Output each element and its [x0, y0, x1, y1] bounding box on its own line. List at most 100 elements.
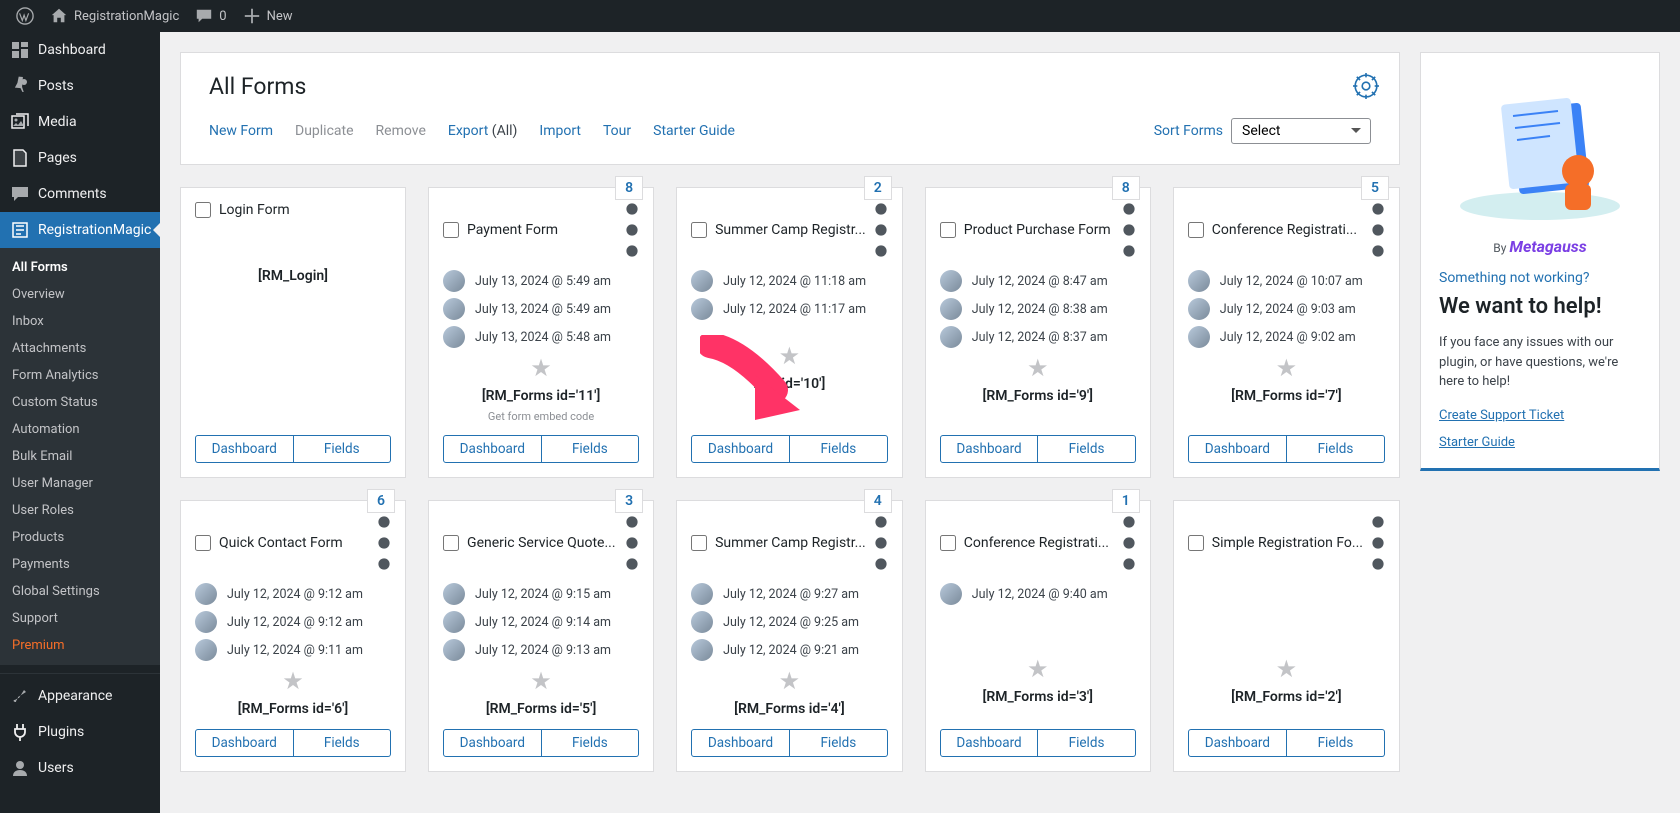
kebab-menu-icon[interactable]	[1371, 202, 1385, 258]
sidebar-item-media[interactable]: Media	[0, 104, 160, 140]
submission-count-badge[interactable]: 4	[864, 489, 892, 513]
submission-count-badge[interactable]: 2	[864, 176, 892, 200]
sidebar-sub-automation[interactable]: Automation	[0, 416, 160, 443]
sidebar-item-registrationmagic[interactable]: RegistrationMagic	[0, 212, 160, 248]
sidebar-sub-all-forms[interactable]: All Forms	[0, 254, 160, 281]
export-link[interactable]: Export	[448, 123, 488, 139]
sidebar-sub-overview[interactable]: Overview	[0, 281, 160, 308]
tour-link[interactable]: Tour	[603, 123, 631, 139]
sidebar-sub-global-settings[interactable]: Global Settings	[0, 578, 160, 605]
gear-icon[interactable]	[1353, 73, 1379, 99]
select-form-checkbox[interactable]	[691, 222, 707, 238]
fields-button[interactable]: Fields	[1038, 435, 1136, 463]
sidebar-item-posts[interactable]: Posts	[0, 68, 160, 104]
entry-row[interactable]: July 12, 2024 @ 9:40 am	[940, 583, 1136, 605]
sidebar-item-appearance[interactable]: Appearance	[0, 678, 160, 714]
fields-button[interactable]: Fields	[294, 435, 392, 463]
dashboard-button[interactable]: Dashboard	[940, 729, 1039, 757]
import-link[interactable]: Import	[539, 123, 581, 139]
select-form-checkbox[interactable]	[195, 202, 211, 218]
entry-row[interactable]: July 12, 2024 @ 11:17 am	[691, 298, 888, 320]
wp-logo[interactable]	[8, 0, 42, 32]
dashboard-button[interactable]: Dashboard	[443, 435, 542, 463]
fields-button[interactable]: Fields	[790, 729, 888, 757]
sidebar-sub-form-analytics[interactable]: Form Analytics	[0, 362, 160, 389]
sidebar-sub-attachments[interactable]: Attachments	[0, 335, 160, 362]
select-form-checkbox[interactable]	[940, 222, 956, 238]
site-link[interactable]: RegistrationMagic	[42, 0, 187, 32]
fields-button[interactable]: Fields	[790, 435, 888, 463]
entry-row[interactable]: July 12, 2024 @ 9:11 am	[195, 639, 391, 661]
sidebar-sub-products[interactable]: Products	[0, 524, 160, 551]
entry-row[interactable]: July 12, 2024 @ 11:18 am	[691, 270, 888, 292]
star-icon[interactable]: ★	[691, 667, 888, 695]
comments-link[interactable]: 0	[187, 0, 234, 32]
sidebar-item-dashboard[interactable]: Dashboard	[0, 32, 160, 68]
entry-row[interactable]: July 12, 2024 @ 9:13 am	[443, 639, 639, 661]
entry-row[interactable]: July 12, 2024 @ 9:03 am	[1188, 298, 1385, 320]
entry-row[interactable]: July 12, 2024 @ 9:12 am	[195, 611, 391, 633]
sort-select[interactable]: Select	[1231, 118, 1371, 144]
kebab-menu-icon[interactable]	[874, 202, 888, 258]
sidebar-sub-user-roles[interactable]: User Roles	[0, 497, 160, 524]
select-form-checkbox[interactable]	[195, 535, 211, 551]
entry-row[interactable]: July 12, 2024 @ 9:27 am	[691, 583, 888, 605]
select-form-checkbox[interactable]	[1188, 535, 1204, 551]
kebab-menu-icon[interactable]	[874, 515, 888, 571]
star-icon[interactable]: ★	[940, 354, 1136, 382]
submission-count-badge[interactable]: 5	[1361, 176, 1389, 200]
fields-button[interactable]: Fields	[1038, 729, 1136, 757]
entry-row[interactable]: July 12, 2024 @ 9:12 am	[195, 583, 391, 605]
entry-row[interactable]: July 13, 2024 @ 5:48 am	[443, 326, 639, 348]
select-form-checkbox[interactable]	[940, 535, 956, 551]
kebab-menu-icon[interactable]	[1122, 202, 1136, 258]
starter-link[interactable]: Starter Guide	[653, 123, 735, 139]
entry-row[interactable]: July 12, 2024 @ 9:02 am	[1188, 326, 1385, 348]
sidebar-sub-premium[interactable]: Premium	[0, 632, 160, 659]
fields-button[interactable]: Fields	[1287, 435, 1385, 463]
submission-count-badge[interactable]: 6	[367, 489, 395, 513]
star-icon[interactable]: ★	[940, 655, 1136, 683]
sidebar-sub-custom-status[interactable]: Custom Status	[0, 389, 160, 416]
sidebar-sub-user-manager[interactable]: User Manager	[0, 470, 160, 497]
entry-row[interactable]: July 12, 2024 @ 9:15 am	[443, 583, 639, 605]
fields-button[interactable]: Fields	[1287, 729, 1385, 757]
select-form-checkbox[interactable]	[1188, 222, 1204, 238]
dashboard-button[interactable]: Dashboard	[443, 729, 542, 757]
sidebar-item-pages[interactable]: Pages	[0, 140, 160, 176]
submission-count-badge[interactable]: 1	[1112, 489, 1140, 513]
entry-row[interactable]: July 12, 2024 @ 9:21 am	[691, 639, 888, 661]
submission-count-badge[interactable]: 8	[615, 176, 643, 200]
dashboard-button[interactable]: Dashboard	[1188, 435, 1287, 463]
star-icon[interactable]: ★	[1188, 655, 1385, 683]
entry-row[interactable]: July 13, 2024 @ 5:49 am	[443, 270, 639, 292]
dashboard-button[interactable]: Dashboard	[195, 729, 294, 757]
entry-row[interactable]: July 12, 2024 @ 8:37 am	[940, 326, 1136, 348]
kebab-menu-icon[interactable]	[377, 515, 391, 571]
sidebar-item-plugins[interactable]: Plugins	[0, 714, 160, 750]
sort-label[interactable]: Sort Forms	[1154, 123, 1223, 139]
entry-row[interactable]: July 12, 2024 @ 9:14 am	[443, 611, 639, 633]
star-icon[interactable]: ★	[195, 667, 391, 695]
sidebar-item-users[interactable]: Users	[0, 750, 160, 786]
fields-button[interactable]: Fields	[542, 729, 640, 757]
dashboard-button[interactable]: Dashboard	[195, 435, 294, 463]
entry-row[interactable]: July 12, 2024 @ 8:47 am	[940, 270, 1136, 292]
kebab-menu-icon[interactable]	[1122, 515, 1136, 571]
star-icon[interactable]: ★	[1188, 354, 1385, 382]
new-link[interactable]: New	[235, 0, 301, 32]
select-form-checkbox[interactable]	[443, 535, 459, 551]
dashboard-button[interactable]: Dashboard	[1188, 729, 1287, 757]
kebab-menu-icon[interactable]	[625, 202, 639, 258]
star-icon[interactable]: ★	[443, 667, 639, 695]
remove-link[interactable]: Remove	[376, 123, 426, 139]
sidebar-sub-bulk-email[interactable]: Bulk Email	[0, 443, 160, 470]
fields-button[interactable]: Fields	[294, 729, 392, 757]
sidebar-sub-inbox[interactable]: Inbox	[0, 308, 160, 335]
duplicate-link[interactable]: Duplicate	[295, 123, 354, 139]
select-form-checkbox[interactable]	[443, 222, 459, 238]
support-ticket-link[interactable]: Create Support Ticket	[1439, 408, 1641, 423]
entry-row[interactable]: July 13, 2024 @ 5:49 am	[443, 298, 639, 320]
select-form-checkbox[interactable]	[691, 535, 707, 551]
embed-hint[interactable]: Get form embed code	[443, 410, 639, 423]
